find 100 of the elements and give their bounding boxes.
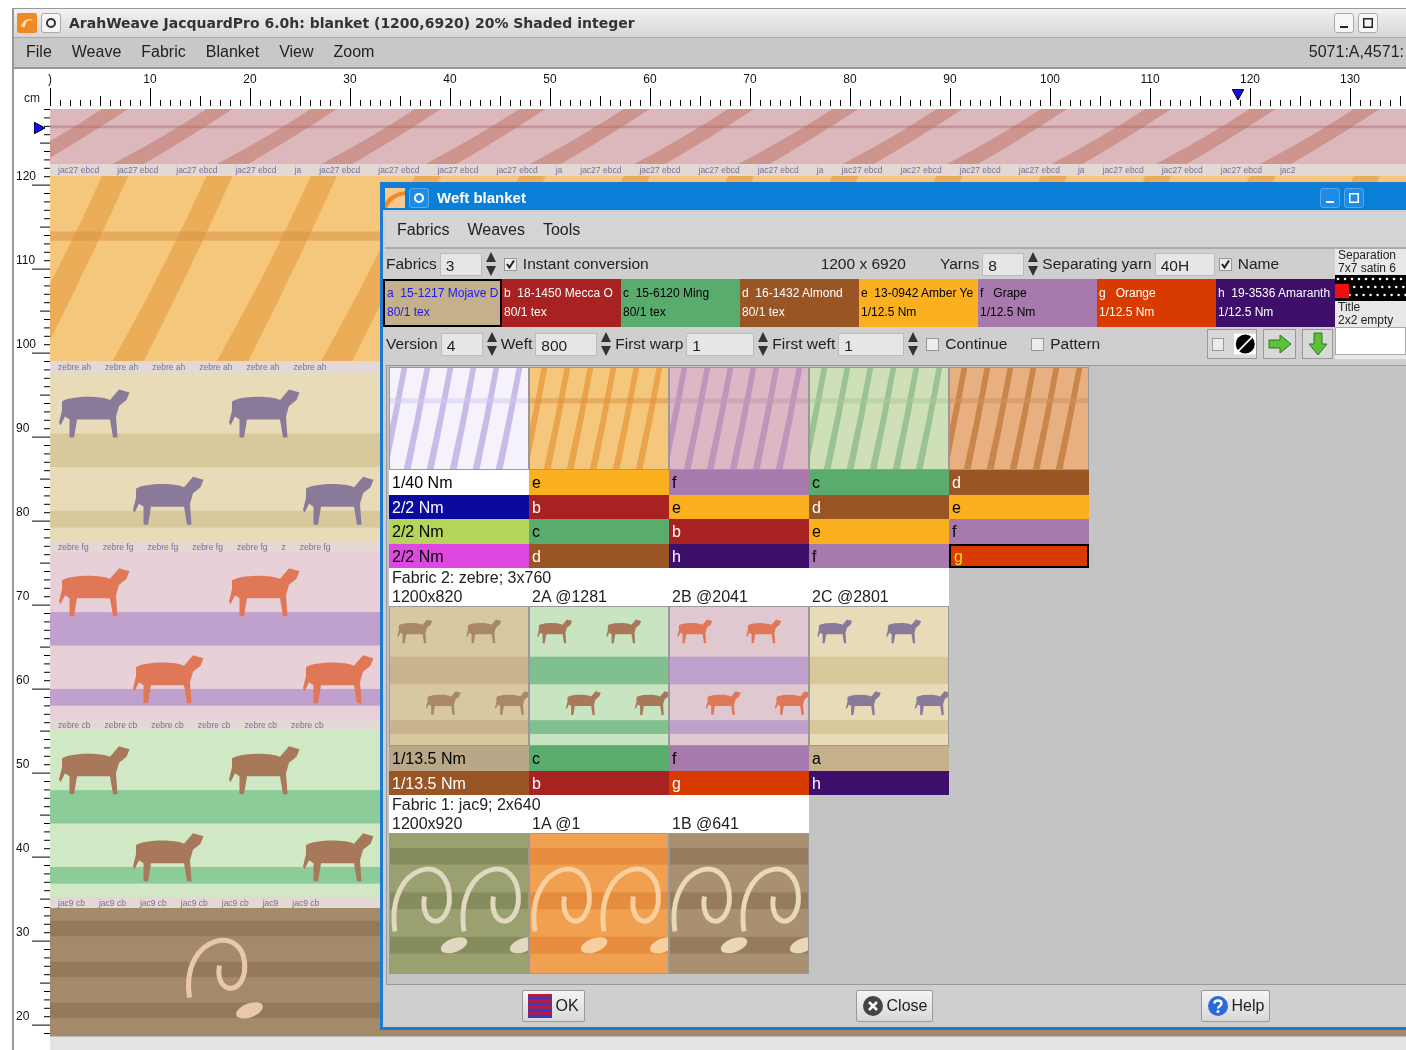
fabric-label: z: [281, 541, 286, 552]
yarn-cell[interactable]: e: [669, 494, 809, 519]
menu-item[interactable]: Weave: [59, 43, 130, 62]
weave-pattern-icon[interactable]: [1335, 275, 1406, 301]
window-menu-button[interactable]: [41, 12, 61, 33]
yarn-cell[interactable]: 1/40 Nm: [389, 470, 529, 495]
maximize-button[interactable]: [1358, 12, 1378, 33]
spin-field[interactable]: 4: [440, 332, 483, 356]
ok-button[interactable]: OK: [522, 990, 585, 1022]
fabric-label: ja: [555, 165, 563, 175]
fabric-label: jac27 ebcd: [437, 165, 479, 175]
ruler-label: 20: [243, 72, 257, 86]
checkbox[interactable]: [503, 257, 517, 271]
fabric-label: ja: [816, 165, 824, 175]
spin-field[interactable]: 1: [838, 332, 905, 356]
checkbox[interactable]: [1031, 337, 1045, 351]
fabric-label: jac27 ebcd: [757, 165, 799, 175]
yarn-name: c 15-6120 Ming: [623, 285, 711, 302]
fabric-label: zebre cb: [104, 719, 138, 730]
yarn-swatch[interactable]: a 15-1217 Mojave D 80/1 tex: [383, 279, 502, 327]
yarn-cell[interactable]: e: [529, 470, 669, 495]
fabric-label: jac27 ebcd: [841, 165, 883, 175]
checkbox[interactable]: [926, 337, 940, 351]
yarn-swatch[interactable]: d 16-1432 Almond 80/1 tex: [740, 279, 859, 327]
weave-name: 7x7 satin 6: [1337, 262, 1398, 275]
yarn-cell[interactable]: f: [669, 470, 809, 495]
fabric-label: jac9: [262, 897, 279, 908]
fabric-label: jac27 ebcd: [117, 165, 159, 175]
minimize-icon: [1326, 200, 1334, 203]
spinner-arrows-icon[interactable]: [485, 331, 498, 357]
yarn-name: f Grape: [980, 285, 1028, 302]
spinner-arrows-icon[interactable]: [1027, 251, 1040, 277]
menu-item[interactable]: Fabrics: [385, 221, 456, 239]
menu-item[interactable]: File: [14, 43, 60, 62]
spin-field[interactable]: 8: [982, 252, 1025, 276]
spin-field[interactable]: 3: [439, 252, 482, 276]
fabric-label: jac27 ebcd: [496, 165, 538, 175]
ruler-label: 110: [1140, 72, 1160, 86]
yarn-swatch[interactable]: g Orange 1/12.5 Nm: [1097, 279, 1216, 327]
yarn-swatch[interactable]: f Grape 1/12.5 Nm: [978, 279, 1097, 327]
help-button[interactable]: Help: [1200, 990, 1271, 1022]
checkbox[interactable]: [1212, 337, 1224, 351]
yarn-name: e 13-0942 Amber Ye: [861, 285, 975, 302]
minimize-icon: [1340, 25, 1348, 28]
yarn-swatch[interactable]: b 18-1450 Mecca O 80/1 tex: [502, 279, 621, 327]
down-arrow-button[interactable]: [1302, 329, 1333, 359]
fabric-label: jac9 cb: [98, 897, 126, 908]
yarn-cell[interactable]: e: [949, 494, 1089, 519]
menu-item[interactable]: Zoom: [321, 43, 383, 62]
checkbox-label: Continue: [945, 335, 1008, 353]
app-logo-icon: [17, 12, 37, 33]
yarn-cell[interactable]: b: [669, 519, 809, 544]
yarn-cell[interactable]: c: [529, 519, 669, 544]
checkbox[interactable]: [1218, 257, 1232, 271]
field-label: First warp: [615, 335, 684, 353]
position-marker-icon[interactable]: [34, 122, 45, 134]
yarn-cell[interactable]: b: [529, 494, 669, 519]
ruler-label: 120: [1240, 72, 1260, 86]
yarn-count: 80/1 tex: [387, 304, 431, 321]
menu-item[interactable]: Blanket: [193, 43, 268, 62]
mask-button[interactable]: [1207, 329, 1257, 359]
fabric-label: jac27 ebcd: [959, 165, 1001, 175]
yarn-cell[interactable]: e: [809, 519, 949, 544]
yarn-cell[interactable]: d: [949, 470, 1089, 495]
ruler-label: 70: [16, 589, 30, 603]
field-label: Fabrics: [386, 255, 437, 273]
minimize-button[interactable]: [1334, 12, 1354, 33]
fabric-label: zebre ah: [105, 362, 139, 372]
spinner-arrows-icon[interactable]: [907, 331, 920, 357]
input-field[interactable]: 40H: [1154, 252, 1215, 276]
menu-item[interactable]: Fabric: [129, 43, 194, 62]
spin-field[interactable]: 800: [535, 332, 598, 356]
ruler-label: 90: [16, 421, 30, 435]
menu-item[interactable]: Tools: [530, 221, 587, 239]
ruler-label: 100: [16, 337, 37, 351]
yarn-swatch[interactable]: c 15-6120 Ming 80/1 tex: [621, 279, 740, 327]
ruler-label: ): [48, 72, 52, 86]
yarn-cell[interactable]: c: [809, 470, 949, 495]
ruler-label: 50: [543, 72, 557, 86]
ruler-label: 70: [743, 72, 757, 86]
yarn-cell[interactable]: 2/2 Nm: [389, 519, 529, 544]
spinner-arrows-icon[interactable]: [757, 331, 770, 357]
yarn-cell[interactable]: 2/2 Nm: [389, 494, 529, 519]
field-label: First weft: [772, 335, 836, 353]
menu-item[interactable]: View: [267, 43, 322, 62]
yarn-swatch[interactable]: h 19-3536 Amaranth 1/12.5 Nm: [1216, 279, 1335, 327]
yarn-cell[interactable]: f: [949, 519, 1089, 544]
circle-icon: [46, 17, 56, 28]
horizontal-scrollbar[interactable]: [50, 1036, 1406, 1050]
yarn-name: h 19-3536 Amaranth: [1218, 285, 1332, 302]
position-marker-icon[interactable]: [1232, 89, 1244, 100]
menu-item[interactable]: Weaves: [455, 221, 531, 239]
yarn-swatch[interactable]: e 13-0942 Amber Ye 1/12.5 Nm: [859, 279, 978, 327]
yarn-cell[interactable]: d: [809, 494, 949, 519]
spinner-arrows-icon[interactable]: [484, 251, 497, 277]
field-label: Weft: [500, 335, 533, 353]
yarn-name: d 16-1432 Almond: [742, 285, 844, 302]
close-button[interactable]: Close: [855, 990, 934, 1022]
spin-field[interactable]: 1: [686, 332, 755, 356]
spinner-arrows-icon[interactable]: [600, 331, 613, 357]
